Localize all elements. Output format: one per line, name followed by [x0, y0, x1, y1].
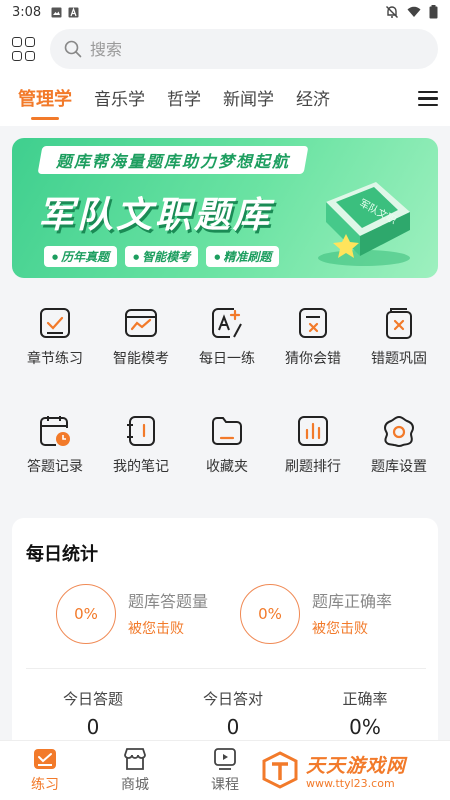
- accuracy-label: 题库正确率: [312, 592, 393, 611]
- notebook-icon: [127, 416, 155, 446]
- today-answered: 今日答题 0: [62, 690, 123, 739]
- today-correct: 今日答对 0: [202, 690, 263, 739]
- store-icon: [124, 748, 146, 770]
- feature-smart-exam[interactable]: 智能模考: [96, 306, 186, 368]
- feature-bank-settings[interactable]: 题库设置: [354, 414, 444, 476]
- watermark-logo-icon: [262, 751, 298, 789]
- banner-tag: 智能模考: [125, 246, 199, 267]
- banner-tag: 精准刷题: [206, 246, 280, 267]
- nav-store[interactable]: 商城: [90, 741, 180, 800]
- banner-slogan-box: 题库帮海量题库助力梦想起航: [37, 146, 309, 174]
- search-bar[interactable]: [50, 29, 438, 69]
- feature-chapter-practice[interactable]: 章节练习: [10, 306, 100, 368]
- tab-philosophy[interactable]: 哲学: [167, 74, 201, 126]
- accuracy-ring: 0%: [240, 584, 300, 644]
- menu-icon[interactable]: [416, 88, 440, 112]
- bar-chart-icon: [298, 416, 328, 446]
- tab-music[interactable]: 音乐学: [94, 74, 145, 126]
- courses-icon: [214, 748, 236, 770]
- feature-wrong-review[interactable]: 错题巩固: [354, 306, 444, 368]
- book-x-icon: [386, 308, 412, 339]
- header: [0, 24, 450, 74]
- bell-off-icon: [386, 6, 398, 18]
- doc-x-icon: [299, 308, 327, 338]
- app-grid-icon[interactable]: [12, 37, 36, 61]
- search-input[interactable]: [90, 39, 370, 59]
- accuracy-rate: 正确率 0%: [342, 690, 388, 739]
- watermark-title: 天天游戏网: [306, 754, 407, 777]
- image-notification-icon: [51, 7, 62, 17]
- status-bar: 3:08: [0, 0, 450, 24]
- battery-icon: [429, 5, 438, 19]
- feature-ranking[interactable]: 刷题排行: [268, 414, 358, 476]
- status-time: 3:08: [12, 4, 42, 20]
- answer-count-sub: 被您击败: [128, 621, 184, 637]
- nav-practice[interactable]: 练习: [0, 741, 90, 800]
- promo-banner[interactable]: 题库帮海量题库助力梦想起航 军队文职题库 历年真题 智能模考 精准刷题 军队文职: [12, 138, 438, 278]
- a-notification-icon: [68, 6, 79, 17]
- settings-icon: [383, 415, 415, 448]
- practice-icon: [34, 749, 56, 769]
- banner-tag: 历年真题: [44, 246, 118, 267]
- nav-courses[interactable]: 课程: [180, 741, 270, 800]
- feature-daily-practice[interactable]: 每日一练: [182, 306, 272, 368]
- feature-my-notes[interactable]: 我的笔记: [96, 414, 186, 476]
- wifi-icon: [407, 6, 421, 17]
- accuracy-sub: 被您击败: [312, 621, 368, 637]
- clipboard-clock-icon: [40, 416, 70, 446]
- daily-stats-card: 每日统计 0% 题库答题量 被您击败 0% 题库正确率 被您击败 今日答题 0 …: [12, 518, 438, 758]
- banner-title: 军队文职题库: [38, 195, 273, 236]
- tab-journalism[interactable]: 新闻学: [223, 74, 274, 126]
- watermark: 天天游戏网 www.ttyl23.com: [260, 748, 440, 792]
- banner-slogan: 题库帮海量题库助力梦想起航: [56, 152, 291, 171]
- tab-economics[interactable]: 经济: [296, 74, 330, 126]
- folder-icon: [212, 417, 242, 445]
- book-illustration: 军队文职: [318, 182, 410, 266]
- watermark-url: www.ttyl23.com: [306, 776, 395, 790]
- search-icon: [64, 40, 82, 58]
- feature-guess-mistakes[interactable]: 猜你会错: [268, 306, 358, 368]
- feature-answer-record[interactable]: 答题记录: [10, 414, 100, 476]
- a-plus-icon: [212, 308, 242, 338]
- feature-favorites[interactable]: 收藏夹: [182, 414, 272, 476]
- banner-tags: 历年真题 智能模考 精准刷题: [44, 246, 280, 267]
- stats-title: 每日统计: [26, 544, 98, 565]
- answer-count-label: 题库答题量: [128, 592, 209, 611]
- answer-count-ring: 0%: [56, 584, 116, 644]
- chart-icon: [125, 309, 157, 337]
- category-tabs: 管理学 音乐学 哲学 新闻学 经济: [0, 74, 450, 126]
- feature-grid: 章节练习 智能模考 每日一练 猜你会错 错题巩固 答题记录 我的笔记 收藏夹 刷…: [0, 290, 450, 504]
- checkbox-icon: [40, 308, 70, 338]
- tab-management[interactable]: 管理学: [18, 74, 72, 126]
- divider: [26, 668, 426, 669]
